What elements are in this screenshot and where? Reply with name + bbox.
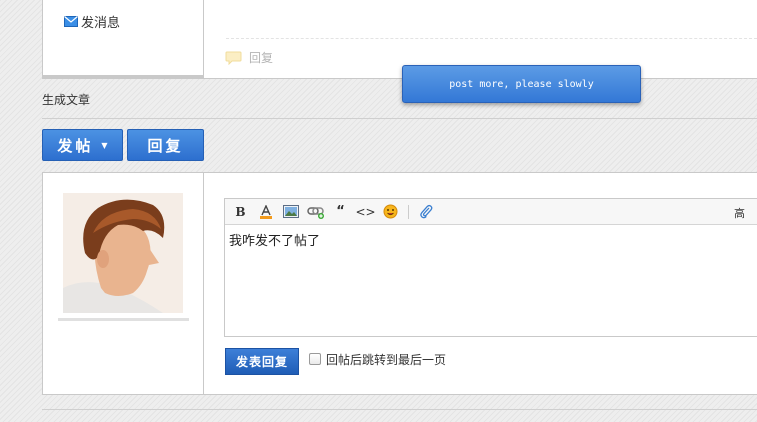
section-label: 生成文章 [42, 93, 91, 107]
caret-down-icon: ▼ [101, 140, 108, 150]
toast-notification: post more, please slowly [402, 65, 641, 103]
emoji-button[interactable] [380, 203, 401, 221]
link-button[interactable] [305, 203, 326, 221]
quote-icon: “ [336, 204, 345, 219]
image-button[interactable] [280, 203, 301, 221]
top-user-column: 发消息 [43, 0, 204, 79]
image-icon [282, 205, 299, 218]
submit-reply-button[interactable]: 发表回复 [225, 348, 299, 375]
jump-to-last-page-checkbox[interactable] [309, 353, 321, 365]
attachment-icon [419, 204, 432, 219]
avatar-underline [58, 318, 189, 321]
bold-button[interactable]: B [230, 203, 251, 221]
reply-panel: B “ <> 高 我咋发不了帖了 发表回复 回帖后跳转到最后一页 [42, 172, 757, 395]
toolbar-advanced-label[interactable]: 高 [734, 205, 745, 221]
font-color-icon [259, 204, 272, 219]
quote-button[interactable]: “ [330, 203, 351, 221]
top-post-panel: 发消息 回复 [42, 0, 757, 79]
reply-textarea[interactable]: 我咋发不了帖了 [225, 225, 757, 254]
section-divider [42, 118, 757, 119]
link-icon [306, 206, 324, 219]
jump-to-last-page-label: 回帖后跳转到最后一页 [326, 353, 447, 367]
editor-toolbar: B “ <> 高 [225, 199, 757, 225]
new-post-button[interactable]: 发帖 ▼ [42, 129, 123, 161]
code-icon: <> [355, 204, 376, 219]
send-message-label: 发消息 [81, 16, 121, 31]
top-dashed-divider [226, 38, 757, 39]
send-message-link[interactable]: 发消息 [64, 12, 120, 31]
new-post-label: 发帖 [57, 136, 94, 155]
avatar-image [63, 193, 183, 313]
reply-editor: B “ <> 高 我咋发不了帖了 [224, 198, 757, 337]
reply-link-label: 回复 [249, 51, 274, 65]
bottom-divider [42, 409, 757, 410]
code-button[interactable]: <> [355, 203, 376, 221]
avatar[interactable] [63, 193, 183, 313]
font-color-button[interactable] [255, 203, 276, 221]
speech-bubble-icon [225, 51, 242, 65]
attachment-button[interactable] [415, 203, 436, 221]
emoji-icon [383, 204, 398, 219]
reply-link[interactable]: 回复 [225, 49, 273, 66]
reply-button[interactable]: 回复 [127, 129, 204, 161]
mail-icon [64, 16, 78, 27]
avatar-column [43, 173, 204, 394]
reply-button-label: 回复 [147, 136, 184, 155]
toolbar-separator [408, 204, 409, 219]
bold-icon: B [235, 204, 246, 219]
